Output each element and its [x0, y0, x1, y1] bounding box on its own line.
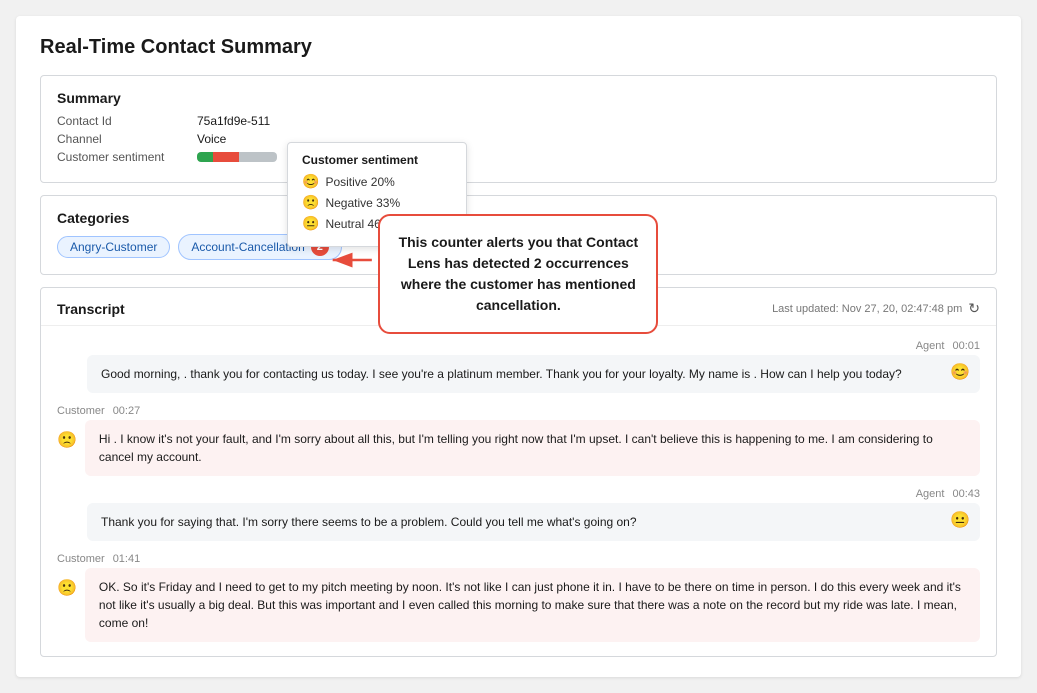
time-2: 00:43: [952, 488, 980, 500]
message-meta-3: Customer 01:41: [57, 553, 980, 565]
speaker-0: Agent: [916, 340, 945, 352]
smile-icon: 😊: [302, 173, 319, 190]
transcript-section: Transcript Last updated: Nov 27, 20, 02:…: [40, 287, 997, 657]
frown-icon: 🙁: [302, 194, 319, 211]
tooltip-negative-label: Negative 33%: [325, 196, 400, 210]
channel-label: Channel: [57, 132, 197, 146]
customer-row-1: 🙁 Hi . I know it's not your fault, and I…: [57, 420, 980, 476]
sentiment-0-icon: 😊: [950, 361, 970, 385]
agent-row-0: Good morning, . thank you for contacting…: [57, 355, 980, 393]
message-meta-0: Agent 00:01: [57, 340, 980, 352]
time-3: 01:41: [113, 553, 141, 565]
customer-row-3: 🙁 OK. So it's Friday and I need to get t…: [57, 568, 980, 642]
tooltip-positive: 😊 Positive 20%: [302, 173, 452, 190]
sentiment-label: Customer sentiment: [57, 150, 197, 164]
time-0: 00:01: [952, 340, 980, 352]
frown-icon-3: 🙁: [57, 578, 77, 598]
message-meta-2: Agent 00:43: [57, 488, 980, 500]
contact-id-value: 75a1fd9e-511: [197, 114, 270, 128]
channel-value: Voice: [197, 132, 226, 146]
categories-section: Categories Angry-Customer Account-Cancel…: [40, 195, 997, 275]
bubble-2: Thank you for saying that. I'm sorry the…: [87, 503, 980, 541]
categories-row: Angry-Customer Account-Cancellation 2: [57, 234, 980, 260]
summary-title: Summary: [57, 90, 980, 106]
speaker-1: Customer: [57, 405, 105, 417]
message-group-1: Customer 00:27 🙁 Hi . I know it's not yo…: [41, 399, 996, 482]
sentiment-negative-bar: [213, 152, 239, 162]
channel-row: Channel Voice: [57, 132, 980, 146]
message-group-3: Customer 01:41 🙁 OK. So it's Friday and …: [41, 547, 996, 648]
annotation-box: This counter alerts you that Contact Len…: [378, 214, 658, 334]
text-2: Thank you for saying that. I'm sorry the…: [101, 515, 637, 529]
text-3: OK. So it's Friday and I need to get to …: [99, 580, 961, 630]
sentiment-row: Customer sentiment Customer sentiment 😊 …: [57, 150, 980, 164]
neutral-icon: 😐: [302, 215, 319, 232]
message-group-2: Agent 00:43 Thank you for saying that. I…: [41, 482, 996, 547]
main-container: Real-Time Contact Summary Summary Contac…: [16, 16, 1021, 677]
speaker-3: Customer: [57, 553, 105, 565]
text-1: Hi . I know it's not your fault, and I'm…: [99, 432, 933, 464]
refresh-icon[interactable]: ↻: [968, 300, 980, 317]
tooltip-negative: 🙁 Negative 33%: [302, 194, 452, 211]
tooltip-positive-label: Positive 20%: [325, 175, 394, 189]
sentiment-neutral-bar: [239, 152, 277, 162]
tag-angry-customer: Angry-Customer: [57, 236, 170, 258]
text-0: Good morning, . thank you for contacting…: [101, 367, 902, 381]
sentiment-bar: [197, 152, 277, 162]
bubble-1: Hi . I know it's not your fault, and I'm…: [85, 420, 980, 476]
last-updated: Last updated: Nov 27, 20, 02:47:48 pm: [772, 303, 962, 315]
tag-angry-label: Angry-Customer: [70, 240, 157, 254]
sentiment-2-icon: 😐: [950, 509, 970, 533]
sentiment-bar-wrapper: Customer sentiment 😊 Positive 20% 🙁 Nega…: [197, 152, 277, 162]
message-group-0: Agent 00:01 Good morning, . thank you fo…: [41, 334, 996, 399]
time-1: 00:27: [113, 405, 141, 417]
message-meta-1: Customer 00:27: [57, 405, 980, 417]
summary-section: Summary Contact Id 75a1fd9e-511 Channel …: [40, 75, 997, 183]
contact-id-row: Contact Id 75a1fd9e-511: [57, 114, 980, 128]
transcript-title: Transcript: [57, 301, 125, 317]
page-title: Real-Time Contact Summary: [40, 36, 997, 59]
transcript-meta: Last updated: Nov 27, 20, 02:47:48 pm ↻: [772, 300, 980, 317]
transcript-body: Agent 00:01 Good morning, . thank you fo…: [41, 326, 996, 656]
bubble-3: OK. So it's Friday and I need to get to …: [85, 568, 980, 642]
frown-icon-1: 🙁: [57, 430, 77, 450]
sentiment-positive-bar: [197, 152, 213, 162]
bubble-0: Good morning, . thank you for contacting…: [87, 355, 980, 393]
tooltip-title: Customer sentiment: [302, 153, 452, 167]
speaker-2: Agent: [916, 488, 945, 500]
annotation-text: This counter alerts you that Contact Len…: [399, 234, 639, 313]
agent-row-2: Thank you for saying that. I'm sorry the…: [57, 503, 980, 541]
contact-id-label: Contact Id: [57, 114, 197, 128]
red-arrow-icon: [326, 250, 376, 270]
